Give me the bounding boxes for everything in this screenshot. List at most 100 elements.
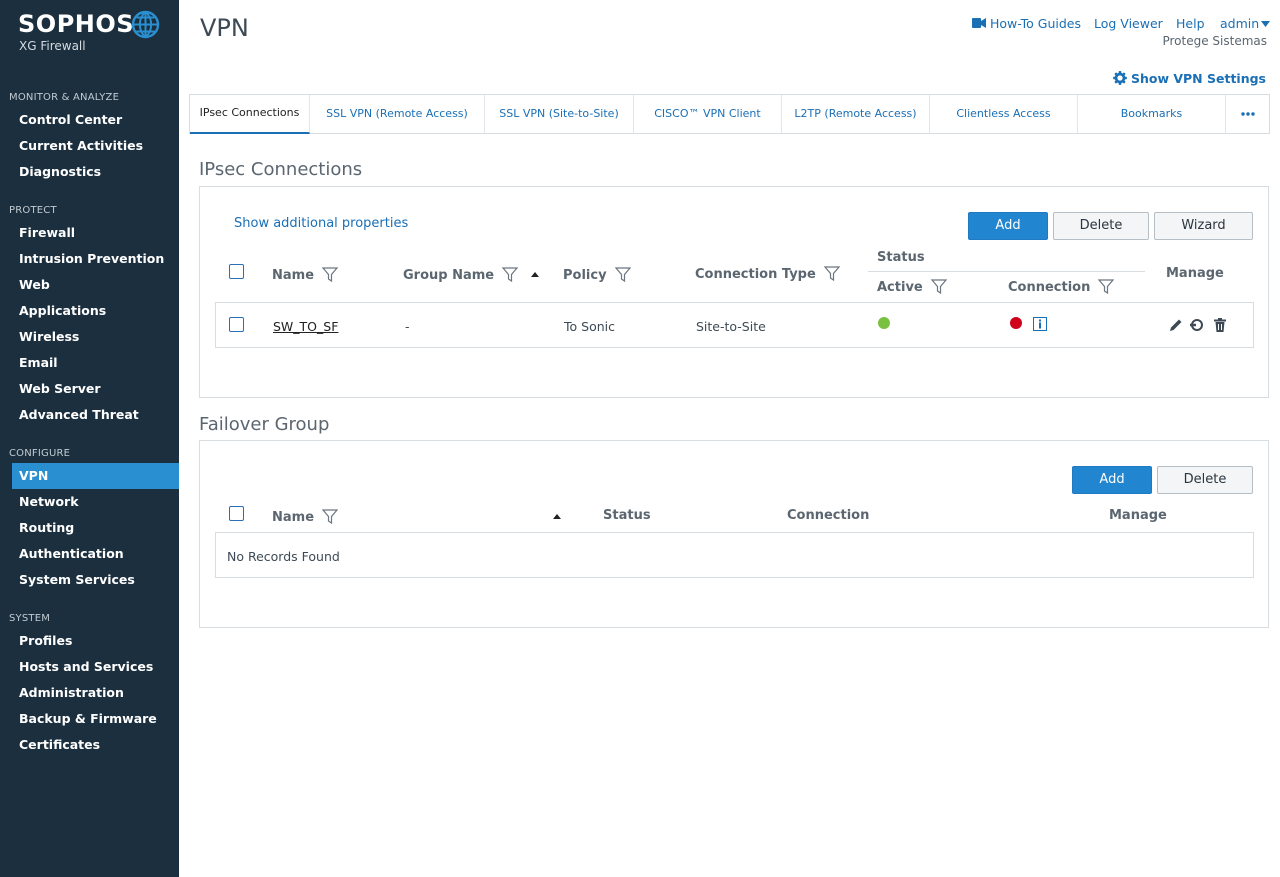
nav-item-diagnostics[interactable]: Diagnostics xyxy=(0,159,179,185)
sophos-logo: SOPHOS XG Firewall xyxy=(18,10,160,53)
nav-item-authentication[interactable]: Authentication xyxy=(0,541,179,567)
nav-item-wireless[interactable]: Wireless xyxy=(0,324,179,350)
clone-icon[interactable] xyxy=(1190,319,1204,331)
connection-status-dot[interactable] xyxy=(1010,317,1022,329)
help-link[interactable]: Help xyxy=(1176,16,1205,31)
nav-item-network[interactable]: Network xyxy=(0,489,179,515)
nav-item-current-activities[interactable]: Current Activities xyxy=(0,133,179,159)
ipsec-section-title: IPsec Connections xyxy=(199,159,363,180)
gear-icon xyxy=(1113,71,1127,85)
brand-name: SOPHOS xyxy=(18,10,135,38)
globe-icon xyxy=(131,10,160,39)
col-name-header[interactable]: Name xyxy=(272,267,339,283)
nav-section-protect: PROTECT xyxy=(9,205,57,216)
more-icon xyxy=(1240,112,1255,116)
filter-icon[interactable] xyxy=(502,267,519,282)
col-connection-type-header[interactable]: Connection Type xyxy=(695,266,840,282)
col-manage-header: Manage xyxy=(1166,266,1224,281)
nav-item-system-services[interactable]: System Services xyxy=(0,567,179,593)
log-viewer-link[interactable]: Log Viewer xyxy=(1094,16,1163,31)
col-group-label: Group Name xyxy=(403,268,495,283)
col-manage-header: Manage xyxy=(1109,508,1167,523)
tab-ssl-vpn-site-to-site[interactable]: SSL VPN (Site-to-Site) xyxy=(485,95,634,133)
nav-item-applications[interactable]: Applications xyxy=(0,298,179,324)
add-failover-button[interactable]: Add xyxy=(1072,466,1152,494)
nav-item-routing[interactable]: Routing xyxy=(0,515,179,541)
col-name-header[interactable]: Name xyxy=(272,509,339,525)
tab-cisco-vpn-client[interactable]: CISCO™ VPN Client xyxy=(634,95,782,133)
col-group-name-header[interactable]: Group Name xyxy=(403,267,519,283)
company-name: Protege Sistemas xyxy=(1162,34,1267,48)
col-connection-label: Connection xyxy=(1008,280,1091,295)
delete-ipsec-button[interactable]: Delete xyxy=(1053,212,1149,240)
filter-icon[interactable] xyxy=(322,509,339,524)
col-connection-header: Connection xyxy=(787,508,870,523)
nav-item-web-server[interactable]: Web Server xyxy=(0,376,179,402)
nav-item-firewall[interactable]: Firewall xyxy=(0,220,179,246)
col-status-header: Status xyxy=(603,508,651,523)
tab-clientless-access[interactable]: Clientless Access xyxy=(930,95,1078,133)
select-all-checkbox[interactable] xyxy=(229,264,244,279)
nav-item-advanced-threat[interactable]: Advanced Threat xyxy=(0,402,179,428)
active-status-dot[interactable] xyxy=(878,317,890,329)
video-icon xyxy=(972,18,986,28)
show-additional-properties-link[interactable]: Show additional properties xyxy=(234,216,408,231)
nav-item-profiles[interactable]: Profiles xyxy=(0,628,179,654)
sidebar: SOPHOS XG Firewall MONITOR & ANALYZE Con… xyxy=(0,0,179,877)
nav-section-system: SYSTEM xyxy=(9,613,51,624)
filter-icon[interactable] xyxy=(1098,279,1115,294)
col-name-label: Name xyxy=(272,268,315,283)
how-to-guides-link[interactable]: How-To Guides xyxy=(990,16,1081,31)
show-vpn-settings-link[interactable]: Show VPN Settings xyxy=(1113,71,1266,86)
add-ipsec-button[interactable]: Add xyxy=(968,212,1048,240)
empty-row: No Records Found xyxy=(215,532,1254,578)
nav-item-email[interactable]: Email xyxy=(0,350,179,376)
row-checkbox[interactable] xyxy=(229,317,244,332)
product-name: XG Firewall xyxy=(19,39,86,53)
edit-icon[interactable] xyxy=(1169,318,1183,332)
col-name-label: Name xyxy=(272,510,315,525)
col-policy-header[interactable]: Policy xyxy=(563,267,631,283)
tab-ipsec-connections[interactable]: IPsec Connections xyxy=(190,95,310,134)
more-tabs-button[interactable] xyxy=(1226,95,1269,133)
filter-icon[interactable] xyxy=(930,279,947,294)
nav-item-backup-firmware[interactable]: Backup & Firmware xyxy=(0,706,179,732)
col-active-label: Active xyxy=(877,280,923,295)
admin-menu[interactable]: admin xyxy=(1220,16,1259,31)
table-row: SW_TO_SF - To Sonic Site-to-Site xyxy=(215,302,1254,348)
show-vpn-settings-label: Show VPN Settings xyxy=(1130,71,1266,86)
tab-l2tp-remote-access[interactable]: L2TP (Remote Access) xyxy=(782,95,930,133)
nav-item-control-center[interactable]: Control Center xyxy=(0,107,179,133)
nav-item-hosts-and-services[interactable]: Hosts and Services xyxy=(0,654,179,680)
ipsec-panel: Show additional properties Add Delete Wi… xyxy=(199,186,1269,398)
sort-ascending-icon[interactable] xyxy=(531,272,539,277)
nav-item-vpn[interactable]: VPN xyxy=(12,463,179,489)
select-all-checkbox[interactable] xyxy=(229,506,244,521)
filter-icon[interactable] xyxy=(322,267,339,282)
page-title: VPN xyxy=(200,14,249,42)
delete-failover-button[interactable]: Delete xyxy=(1157,466,1253,494)
sort-ascending-icon[interactable] xyxy=(553,514,561,519)
col-connection-header[interactable]: Connection xyxy=(1008,279,1115,295)
group-name-cell: - xyxy=(405,319,410,334)
tab-ssl-vpn-remote-access[interactable]: SSL VPN (Remote Access) xyxy=(310,95,485,133)
nav-item-web[interactable]: Web xyxy=(0,272,179,298)
info-icon[interactable] xyxy=(1033,317,1047,331)
filter-icon[interactable] xyxy=(614,267,631,282)
nav-item-administration[interactable]: Administration xyxy=(0,680,179,706)
failover-section-title: Failover Group xyxy=(199,414,330,435)
col-policy-label: Policy xyxy=(563,268,607,283)
policy-cell: To Sonic xyxy=(564,319,615,334)
vpn-tabs: IPsec Connections SSL VPN (Remote Access… xyxy=(189,94,1270,134)
top-links: How-To Guides Log Viewer Help admin xyxy=(970,16,1270,34)
nav-item-certificates[interactable]: Certificates xyxy=(0,732,179,758)
caret-down-icon[interactable] xyxy=(1261,21,1270,27)
connection-type-cell: Site-to-Site xyxy=(696,319,766,334)
col-active-header[interactable]: Active xyxy=(877,279,947,295)
filter-icon[interactable] xyxy=(823,266,840,281)
trash-icon[interactable] xyxy=(1214,318,1226,332)
connection-name-link[interactable]: SW_TO_SF xyxy=(273,319,338,334)
tab-bookmarks[interactable]: Bookmarks xyxy=(1078,95,1226,133)
wizard-button[interactable]: Wizard xyxy=(1154,212,1253,240)
nav-item-intrusion-prevention[interactable]: Intrusion Prevention xyxy=(0,246,179,272)
